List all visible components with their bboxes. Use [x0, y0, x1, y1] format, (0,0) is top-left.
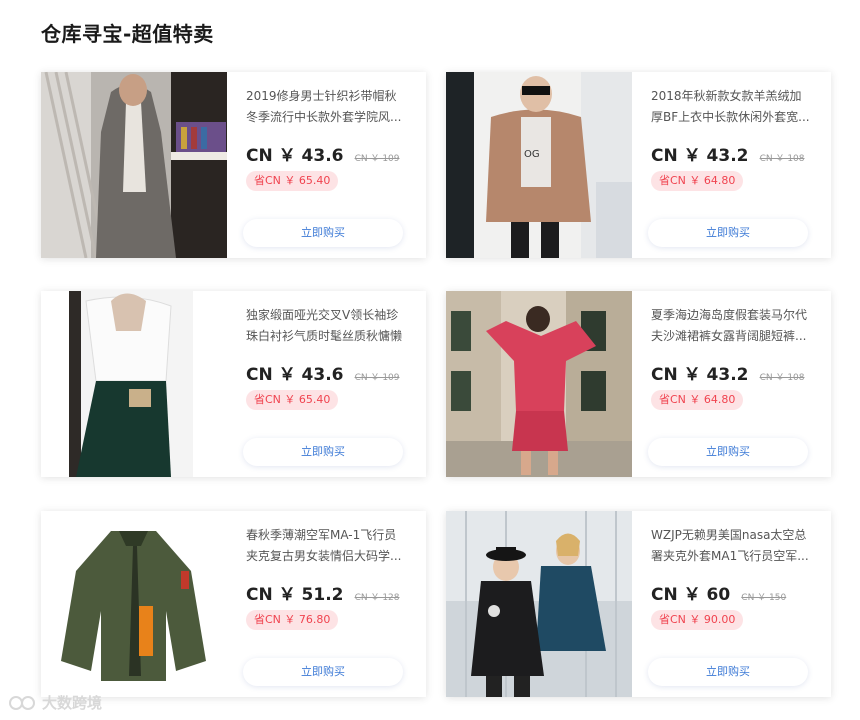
- product-image[interactable]: OG: [446, 72, 632, 258]
- original-price: CN ￥ 109: [354, 154, 400, 164]
- product-image[interactable]: [446, 511, 632, 697]
- savings-badge: 省CN ￥ 76.80: [246, 610, 339, 630]
- product-price: CN ￥ 43.6: [246, 146, 344, 166]
- product-card[interactable]: OG 2018年秋新款女款羊羔绒加厚BF上衣中长款休闲外套宽... CN ￥ 4…: [446, 72, 831, 258]
- product-card[interactable]: WZJP无赖男美国nasa太空总署夹克外套MA1飞行员空军... CN ￥ 60…: [446, 511, 831, 697]
- original-price: CN ￥ 108: [759, 373, 805, 383]
- svg-text:OG: OG: [524, 149, 540, 160]
- product-price: CN ￥ 60: [651, 585, 731, 605]
- savings-badge: 省CN ￥ 64.80: [651, 171, 744, 191]
- savings-badge: 省CN ￥ 64.80: [651, 390, 744, 410]
- original-price: CN ￥ 109: [354, 373, 400, 383]
- original-price: CN ￥ 108: [759, 154, 805, 164]
- product-card[interactable]: 独家缎面哑光交叉V领长袖珍珠白衬衫气质时髦丝质秋慵懒 CN ￥ 43.6 CN …: [41, 291, 426, 477]
- buy-now-button[interactable]: 立即购买: [243, 438, 403, 466]
- product-price: CN ￥ 43.6: [246, 365, 344, 385]
- product-image[interactable]: [41, 72, 227, 258]
- watermark-text: 大数跨境: [42, 694, 103, 712]
- buy-now-button[interactable]: 立即购买: [648, 658, 808, 686]
- buy-now-button[interactable]: 立即购买: [243, 658, 403, 686]
- product-name[interactable]: WZJP无赖男美国nasa太空总署夹克外套MA1飞行员空军...: [651, 525, 813, 567]
- buy-now-button[interactable]: 立即购买: [648, 438, 808, 466]
- savings-badge: 省CN ￥ 90.00: [651, 610, 744, 630]
- product-price: CN ￥ 43.2: [651, 365, 749, 385]
- original-price: CN ￥ 128: [354, 593, 400, 603]
- product-name[interactable]: 春秋季薄潮空军MA-1飞行员夹克复古男女装情侣大码学...: [246, 525, 408, 567]
- product-name[interactable]: 独家缎面哑光交叉V领长袖珍珠白衬衫气质时髦丝质秋慵懒: [246, 305, 408, 347]
- original-price: CN ￥ 150: [741, 593, 787, 603]
- product-image[interactable]: [446, 291, 632, 477]
- buy-now-button[interactable]: 立即购买: [243, 219, 403, 247]
- watermark: 大数跨境: [8, 692, 102, 713]
- product-image[interactable]: [41, 511, 227, 697]
- buy-now-button[interactable]: 立即购买: [648, 219, 808, 247]
- product-price: CN ￥ 43.2: [651, 146, 749, 166]
- savings-badge: 省CN ￥ 65.40: [246, 390, 339, 410]
- product-price: CN ￥ 51.2: [246, 585, 344, 605]
- product-card[interactable]: 春秋季薄潮空军MA-1飞行员夹克复古男女装情侣大码学... CN ￥ 51.2 …: [41, 511, 426, 697]
- watermark-logo-icon: [9, 695, 35, 710]
- page-title: 仓库寻宝-超值特卖: [41, 22, 214, 46]
- savings-badge: 省CN ￥ 65.40: [246, 171, 339, 191]
- product-card[interactable]: 夏季海边海岛度假套装马尔代夫沙滩裙裤女露背阔腿短裤... CN ￥ 43.2 C…: [446, 291, 831, 477]
- product-card[interactable]: 2019修身男士针织衫带帽秋冬季流行中长款外套学院风... CN ￥ 43.6 …: [41, 72, 426, 258]
- product-image[interactable]: [41, 291, 227, 477]
- product-name[interactable]: 2018年秋新款女款羊羔绒加厚BF上衣中长款休闲外套宽...: [651, 86, 813, 128]
- product-name[interactable]: 夏季海边海岛度假套装马尔代夫沙滩裙裤女露背阔腿短裤...: [651, 305, 813, 347]
- product-name[interactable]: 2019修身男士针织衫带帽秋冬季流行中长款外套学院风...: [246, 86, 408, 128]
